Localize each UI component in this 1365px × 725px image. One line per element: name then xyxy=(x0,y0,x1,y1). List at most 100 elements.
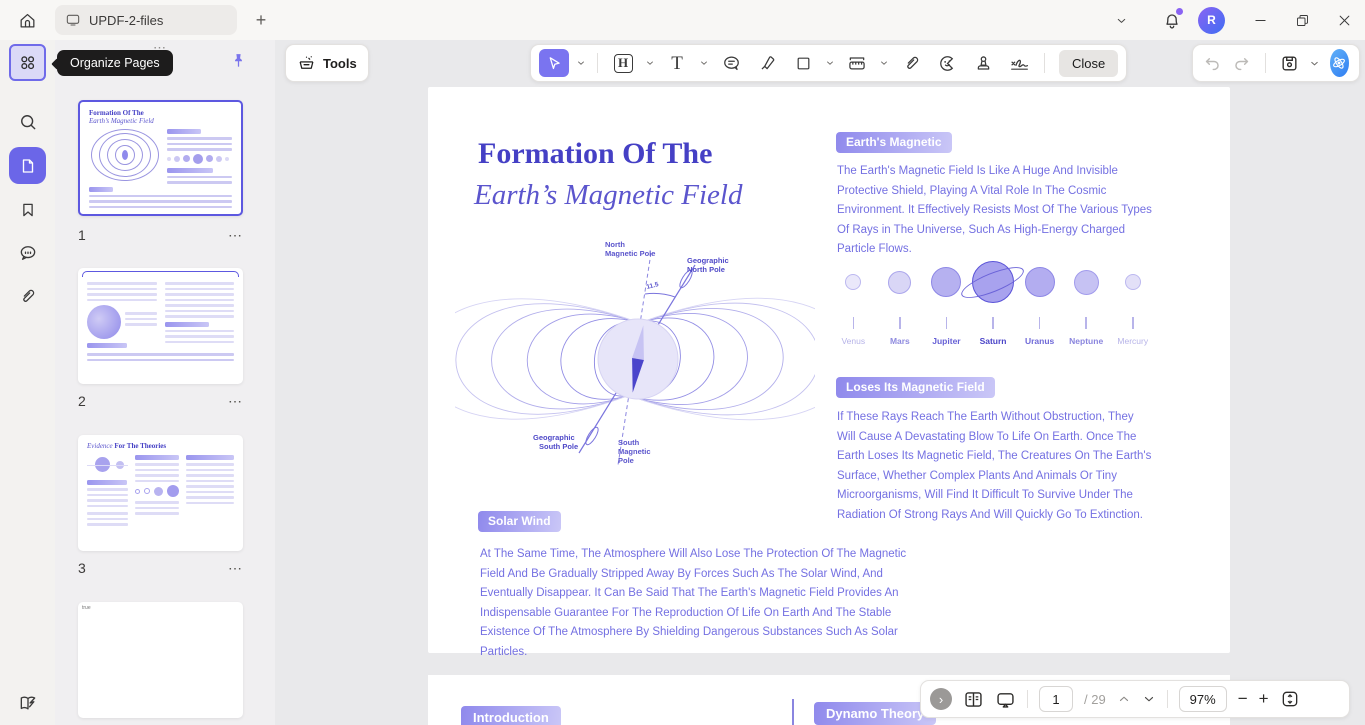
page-thumbnail-3[interactable]: Evidence For The Theories xyxy=(78,435,243,551)
redo-button[interactable] xyxy=(1232,54,1251,73)
history-save-toolbar xyxy=(1192,44,1360,82)
zoom-out-button[interactable]: − xyxy=(1238,689,1248,709)
planets-row: Venus Mars Jupiter Saturn Uranus Neptune Mercu… xyxy=(830,259,1156,346)
heading-tool-dropdown[interactable] xyxy=(644,58,656,68)
planet-tick xyxy=(899,317,901,329)
planet-circle xyxy=(1124,274,1141,290)
magnetic-field-diagram: North Magnetic Pole Geographic North Pol… xyxy=(455,240,815,466)
chevron-down-icon xyxy=(1115,14,1128,27)
thumb1-menu[interactable]: ⋯ xyxy=(228,227,243,244)
text-tool-button[interactable]: T xyxy=(662,49,692,77)
shape-tool-dropdown[interactable] xyxy=(824,58,836,68)
home-icon xyxy=(18,11,37,30)
zoom-level-input[interactable]: 97% xyxy=(1178,686,1227,712)
pin-panel-button[interactable] xyxy=(230,52,247,69)
updf-window: UPDF-2-files + R ⋯ Formation Of The Eart… xyxy=(0,0,1365,725)
signature-tool-button[interactable] xyxy=(1004,49,1034,77)
measure-tool-dropdown[interactable] xyxy=(878,58,890,68)
planet-label: Neptune xyxy=(1069,336,1104,346)
planet-label: Saturn xyxy=(979,336,1007,346)
fit-page-button[interactable] xyxy=(1280,689,1300,709)
label-tilt-angle: 11.5 xyxy=(646,281,660,291)
tools-button[interactable]: Tools xyxy=(285,44,369,82)
restore-button[interactable] xyxy=(1281,0,1323,40)
save-dropdown[interactable] xyxy=(1309,58,1320,69)
organize-pages-tooltip: Organize Pages xyxy=(57,50,173,76)
document-icon xyxy=(65,12,81,28)
thumb1-field-graphic xyxy=(89,129,161,181)
zoom-in-button[interactable]: + xyxy=(1259,689,1269,709)
sticker-tool-button[interactable] xyxy=(932,49,962,77)
pdf-page-1[interactable]: Formation Of The Earth’s Magnetic Field … xyxy=(428,87,1230,658)
ai-assistant-button[interactable] xyxy=(1329,49,1349,77)
comment-bubble-icon xyxy=(722,54,741,73)
save-button[interactable] xyxy=(1280,54,1299,73)
thumb1-title-line2: Earth’s Magnetic Field xyxy=(89,117,154,125)
shape-tool-button[interactable] xyxy=(788,49,818,77)
cursor-icon xyxy=(546,55,563,72)
para-loses-field: If These Rays Reach The Earth Without Ob… xyxy=(837,411,1152,521)
next-page-button[interactable] xyxy=(1142,692,1156,706)
close-window-button[interactable] xyxy=(1323,0,1365,40)
document-tab[interactable]: UPDF-2-files xyxy=(55,5,237,35)
new-tab-button[interactable]: + xyxy=(249,10,273,31)
planet-label: Mars xyxy=(889,336,910,346)
comment-icon xyxy=(18,243,38,263)
label-north-magnetic: North xyxy=(605,240,625,249)
bookmarks-button[interactable] xyxy=(9,191,46,228)
tab-list-dropdown[interactable] xyxy=(1115,14,1128,27)
thumb2-menu[interactable]: ⋯ xyxy=(228,393,243,410)
paperclip-icon xyxy=(18,287,37,306)
planet-circle xyxy=(888,270,912,294)
previous-page-button[interactable] xyxy=(1117,692,1131,706)
page-thumbnail-2[interactable] xyxy=(78,268,243,384)
page-layout-button[interactable] xyxy=(963,689,984,710)
page-thumbnail-1[interactable]: Formation Of The Earth’s Magnetic Field xyxy=(78,100,243,216)
collapse-bar-button[interactable]: › xyxy=(930,688,952,710)
home-button[interactable] xyxy=(11,4,43,36)
attach-tool-button[interactable] xyxy=(896,49,926,77)
page-navigation-bar: › 1 / 29 97% − + xyxy=(920,680,1350,718)
measure-tool-button[interactable] xyxy=(842,49,872,77)
paperclip-icon xyxy=(902,54,921,73)
label-geographic-north: Geographic xyxy=(687,256,729,265)
planet-tick xyxy=(852,317,855,329)
avatar[interactable]: R xyxy=(1198,6,1225,34)
comments-button[interactable] xyxy=(9,234,46,271)
highlighter-tool-button[interactable] xyxy=(752,49,782,77)
heading-icon: H xyxy=(613,53,633,73)
tools-icon xyxy=(297,54,316,73)
page-number-input[interactable]: 1 xyxy=(1039,686,1073,712)
thumb3-menu[interactable]: ⋯ xyxy=(228,560,243,577)
search-button[interactable] xyxy=(9,103,46,140)
attachments-button[interactable] xyxy=(9,278,46,315)
notifications-button[interactable] xyxy=(1162,8,1183,30)
page-thumbnail-4[interactable]: true xyxy=(78,602,243,718)
doc-title-line2: Earth’s Magnetic Field xyxy=(474,179,743,211)
close-icon xyxy=(1337,13,1352,28)
planet-mars: Mars xyxy=(877,259,924,346)
reader-mode-button[interactable] xyxy=(9,684,46,721)
heading-tool-button[interactable]: H xyxy=(608,49,638,77)
bookmark-icon xyxy=(19,201,37,219)
undo-button[interactable] xyxy=(1203,54,1222,73)
presentation-button[interactable] xyxy=(995,689,1016,710)
organize-pages-button[interactable] xyxy=(9,44,46,81)
planet-tick xyxy=(1085,317,1087,329)
thumb3-title-rest: For The Theories xyxy=(112,442,167,450)
stamp-icon xyxy=(974,54,993,73)
minimize-button[interactable] xyxy=(1239,0,1281,40)
thumbnails-panel-button[interactable] xyxy=(9,147,46,184)
pin-icon xyxy=(230,52,247,69)
thumb1-number: 1 xyxy=(78,227,86,243)
select-tool-dropdown[interactable] xyxy=(575,58,587,68)
stamp-tool-button[interactable] xyxy=(968,49,998,77)
grid-icon xyxy=(18,53,37,72)
close-toolbar-button[interactable]: Close xyxy=(1059,49,1119,77)
select-tool-button[interactable] xyxy=(539,49,569,77)
comment-tool-button[interactable] xyxy=(716,49,746,77)
thumb4-note: true xyxy=(82,605,91,611)
text-tool-dropdown[interactable] xyxy=(698,58,710,68)
planet-circle xyxy=(1024,267,1055,297)
text-icon: T xyxy=(671,52,683,74)
